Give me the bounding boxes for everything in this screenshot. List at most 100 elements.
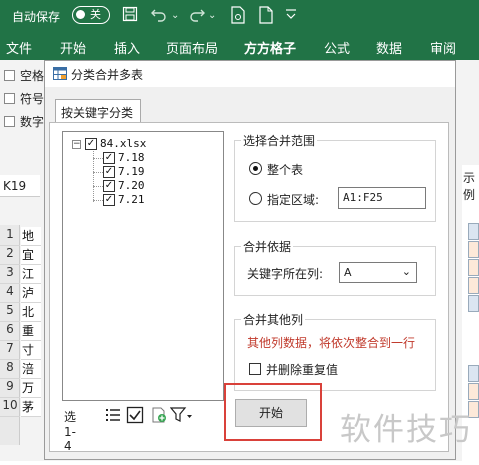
sheet-label[interactable]: 7.18 (118, 151, 145, 164)
cell[interactable]: 地 (21, 227, 41, 246)
sheet-checkbox[interactable]: ✓ (103, 194, 115, 206)
sheet-checkbox[interactable]: ✓ (103, 152, 115, 164)
cell[interactable]: 寸 (21, 341, 41, 360)
name-box[interactable]: K19 (0, 175, 40, 197)
example-cell (468, 241, 479, 258)
whole-sheet-label[interactable]: 整个表 (267, 161, 303, 178)
sheet-label[interactable]: 7.20 (118, 179, 145, 192)
other-columns-note: 其他列数据，将依次整合到一行 (247, 336, 416, 350)
toggle-state-label: 关 (90, 8, 101, 21)
basis-group-title: 合并依据 (241, 238, 294, 255)
cell[interactable]: 宜 (21, 246, 41, 265)
example-cell (468, 259, 479, 276)
example-cell (468, 365, 479, 382)
save-icon[interactable] (122, 6, 138, 26)
cell[interactable]: 北 (21, 303, 41, 322)
dialog-title: 分类合并多表 (71, 68, 144, 82)
tab-data[interactable]: 数据 (376, 38, 402, 57)
cell[interactable]: 万 (21, 379, 41, 398)
tab-by-keyword[interactable]: 按关键字分类 (55, 99, 141, 123)
example-cell (468, 383, 479, 400)
bg-label-space: 空格 (20, 69, 45, 83)
row-number[interactable]: 4 (0, 284, 20, 303)
undo-icon[interactable] (150, 6, 168, 26)
undo-dropdown-icon[interactable]: ⌄ (171, 6, 179, 26)
whole-sheet-radio[interactable] (249, 162, 262, 175)
sheet-label[interactable]: 7.21 (118, 193, 145, 206)
row-number[interactable]: 7 (0, 341, 20, 360)
basis-group: 合并依据 关键字所在列: A ⌄ (234, 238, 436, 296)
cell[interactable]: 泸 (21, 284, 41, 303)
row-number[interactable]: 2 (0, 246, 20, 265)
watermark: 软件技巧 (340, 412, 472, 448)
bg-checkbox-number[interactable] (4, 116, 15, 127)
bg-checkbox-space[interactable] (4, 70, 15, 81)
bg-label-symbol: 符号 (20, 92, 45, 106)
autosave-label: 自动保存 (12, 10, 61, 24)
redo-icon[interactable] (188, 6, 206, 26)
add-location-icon[interactable] (150, 406, 168, 424)
sheet-tree: − ✓ 84.xlsx ✓ 7.18 ✓ 7.19 ✓ 7.20 ✓ 7.21 (62, 131, 224, 401)
tab-file[interactable]: 文件 (6, 38, 32, 57)
table-icon (53, 67, 67, 80)
customize-toolbar-icon[interactable] (284, 6, 298, 26)
key-column-select[interactable]: A ⌄ (339, 262, 417, 283)
tree-connector (93, 200, 103, 201)
check-all-icon[interactable] (126, 406, 144, 424)
range-group-title: 选择合并范围 (241, 132, 318, 149)
region-radio[interactable] (249, 192, 262, 205)
row-number[interactable]: 6 (0, 322, 20, 341)
sheet-label[interactable]: 7.19 (118, 165, 145, 178)
new-file-icon[interactable] (258, 6, 274, 26)
key-column-value: A (344, 266, 352, 279)
row-number[interactable]: 5 (0, 303, 20, 322)
cell[interactable]: 重 (21, 322, 41, 341)
tab-home[interactable]: 开始 (60, 38, 86, 57)
tree-connector (93, 172, 103, 173)
example-label: 示例 (463, 171, 476, 202)
dedupe-label[interactable]: 并删除重复值 (266, 361, 338, 378)
tab-page-layout[interactable]: 页面布局 (166, 38, 218, 57)
tree-connector (93, 158, 103, 159)
toggle-knob (76, 10, 85, 19)
redo-dropdown-icon[interactable]: ⌄ (208, 6, 216, 26)
other-columns-group: 合并其他列 其他列数据，将依次整合到一行 并删除重复值 (234, 311, 436, 391)
tree-root-label[interactable]: 84.xlsx (100, 137, 146, 150)
tab-insert[interactable]: 插入 (114, 38, 140, 57)
row-number[interactable]: 1 (0, 227, 20, 246)
cell[interactable]: 江 (21, 265, 41, 284)
cell[interactable]: 茅 (21, 398, 41, 417)
tab-fangfang[interactable]: 方方格子 (244, 38, 296, 57)
example-cell (468, 277, 479, 294)
merge-dialog: 分类合并多表 按关键字分类 − ✓ 84.xlsx ✓ 7.18 ✓ 7.19 … (44, 60, 456, 460)
tab-formulas[interactable]: 公式 (324, 38, 350, 57)
sheet-checkbox[interactable]: ✓ (103, 166, 115, 178)
row-number[interactable]: 3 (0, 265, 20, 284)
cell[interactable]: 涪 (21, 360, 41, 379)
row-number[interactable]: 8 (0, 360, 20, 379)
collapse-icon[interactable]: − (72, 140, 81, 149)
start-button[interactable]: 开始 (235, 399, 307, 427)
example-cell (468, 295, 479, 312)
chevron-down-icon: ⌄ (401, 265, 411, 278)
dialog-title-bar[interactable]: 分类合并多表 (45, 61, 455, 87)
key-column-label: 关键字所在列: (247, 267, 324, 281)
bg-label-number: 数字 (20, 115, 45, 129)
range-group: 选择合并范围 整个表 指定区域: A1:F25 (234, 132, 436, 222)
tab-review[interactable]: 审阅 (430, 38, 456, 57)
autosave-toggle[interactable]: 关 (72, 6, 110, 24)
sheet-checkbox[interactable]: ✓ (103, 180, 115, 192)
list-icon[interactable] (104, 406, 122, 424)
bg-checkbox-symbol[interactable] (4, 93, 15, 104)
region-label[interactable]: 指定区域: (267, 191, 319, 208)
region-input[interactable]: A1:F25 (338, 187, 426, 209)
tree-connector (93, 148, 94, 202)
selection-label: 选1-4 (64, 410, 77, 453)
filter-icon[interactable] (169, 406, 192, 424)
row-number[interactable]: 10 (0, 398, 20, 417)
root-checkbox[interactable]: ✓ (85, 138, 97, 150)
row-number[interactable]: 9 (0, 379, 20, 398)
dedupe-checkbox[interactable] (249, 363, 261, 375)
document-icon[interactable] (230, 6, 246, 26)
excel-title-bar: 自动保存 关 ⌄ ⌄ (0, 0, 479, 32)
